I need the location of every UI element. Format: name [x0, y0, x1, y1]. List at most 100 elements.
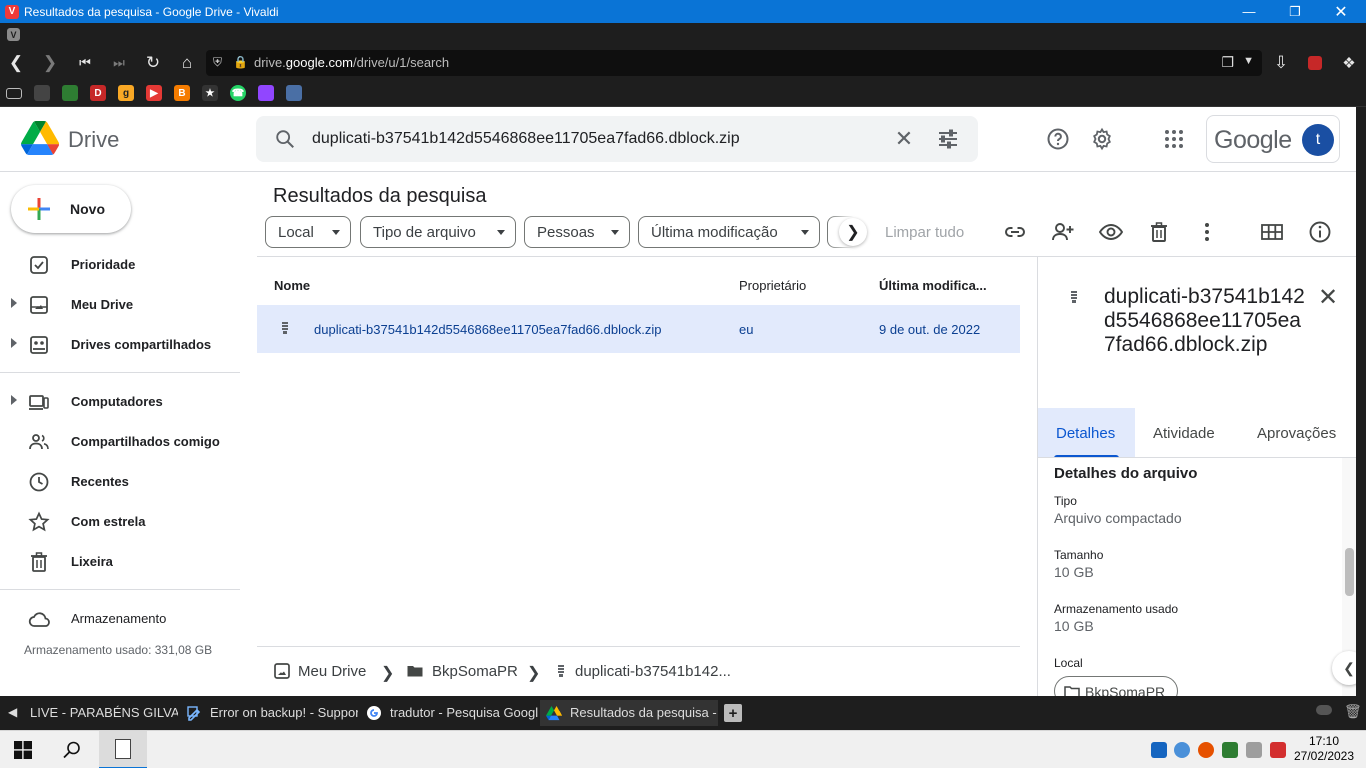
bookmark-alien-icon[interactable] [62, 85, 78, 101]
tray-anydesk-icon[interactable] [1270, 742, 1286, 758]
bookmark-app-icon[interactable] [34, 85, 50, 101]
filter-chip-file-type[interactable]: Tipo de arquivo [360, 216, 516, 248]
more-vert-icon[interactable] [1194, 219, 1220, 245]
sidebar-item-recentes[interactable]: Recentes [0, 465, 240, 497]
column-header-name[interactable]: Nome [274, 278, 310, 293]
windows-start-icon[interactable] [14, 741, 32, 759]
rewind-icon[interactable]: ⏮ [74, 52, 96, 74]
taskbar-search-icon[interactable] [62, 740, 82, 760]
expand-arrow-icon[interactable] [11, 338, 17, 348]
search-input[interactable] [312, 128, 872, 150]
google-wordmark: Google [1214, 126, 1292, 154]
tab-resultados-da-pesquisa[interactable]: Resultados da pesquisa - G [540, 700, 718, 726]
drive-logo-icon[interactable] [21, 121, 59, 155]
location-folder-chip[interactable]: BkpSomaPR [1054, 676, 1178, 696]
avatar[interactable]: t [1302, 124, 1334, 156]
restore-icon[interactable]: ❐ [1272, 0, 1318, 23]
lock-icon[interactable]: 🔒 [233, 55, 248, 69]
new-tab-button[interactable]: + [724, 704, 742, 722]
chevron-right-icon[interactable]: ❯ [839, 218, 867, 246]
tray-network-icon[interactable] [1174, 742, 1190, 758]
fastforward-icon[interactable]: ⏭ [108, 52, 130, 74]
close-window-icon[interactable]: ✕ [1318, 0, 1364, 23]
ublock-extension-icon[interactable] [1308, 56, 1322, 70]
help-icon[interactable] [1046, 127, 1070, 151]
bookmark-d-icon[interactable]: D [90, 85, 106, 101]
filter-chip-people[interactable]: Pessoas [524, 216, 630, 248]
tab-error-on-backup[interactable]: Error on backup! - Support [180, 700, 358, 726]
preview-eye-icon[interactable] [1098, 219, 1124, 245]
folder-icon[interactable] [6, 88, 22, 99]
sidebar-item-lixeira[interactable]: Lixeira [0, 545, 240, 577]
delete-trash-icon[interactable] [1146, 219, 1172, 245]
tray-audio-icon[interactable] [1198, 742, 1214, 758]
address-bar[interactable]: ⛨ 🔒 drive.google.com/drive/u/1/search ❒ … [206, 50, 1262, 76]
sidebar-item-meu-drive[interactable]: Meu Drive [0, 288, 240, 320]
forward-icon[interactable]: ❯ [39, 52, 61, 74]
home-icon[interactable]: ⌂ [176, 52, 198, 74]
info-icon[interactable] [1307, 219, 1333, 245]
drive-app-name[interactable]: Drive [68, 127, 119, 153]
tab-detalhes[interactable]: Detalhes [1038, 408, 1135, 458]
settings-gear-icon[interactable] [1090, 127, 1114, 151]
sidebar-item-prioridade[interactable]: Prioridade [0, 248, 240, 280]
sidebar-item-com-estrela[interactable]: Com estrela [0, 505, 240, 537]
grid-view-icon[interactable] [1259, 219, 1285, 245]
tray-pen-icon[interactable] [1246, 742, 1262, 758]
bookmark-star-icon[interactable]: ★ [202, 85, 218, 101]
bookmark-icon[interactable]: ❒ [1221, 54, 1234, 71]
sidebar-item-drives-compartilhados[interactable]: Drives compartilhados [0, 328, 240, 360]
file-name[interactable]: duplicati-b37541b142d5546868ee11705ea7fa… [314, 322, 661, 337]
breadcrumb-item[interactable]: Meu Drive [298, 663, 366, 680]
breadcrumb-item[interactable]: BkpSomaPR [432, 663, 518, 680]
taskbar-clock[interactable]: 17:10 27/02/2023 [1290, 734, 1358, 764]
copy-link-icon[interactable] [1002, 219, 1028, 245]
reload-icon[interactable]: ↻ [142, 52, 164, 74]
clear-all-button[interactable]: Limpar tudo [885, 224, 964, 241]
table-row[interactable]: duplicati-b37541b142d5546868ee11705ea7fa… [257, 305, 1020, 353]
filter-chip-last-modified[interactable]: Última modificação [638, 216, 820, 248]
chevron-down-icon[interactable]: ▼ [1243, 55, 1254, 67]
bookmark-g-icon[interactable]: g [118, 85, 134, 101]
sidebar-item-armazenamento[interactable]: Armazenamento [0, 602, 240, 634]
expand-arrow-icon[interactable] [11, 395, 17, 405]
bookmark-window-icon[interactable] [286, 85, 302, 101]
breadcrumb-item[interactable]: duplicati-b37541b142... [575, 663, 731, 680]
new-button[interactable]: Novo [11, 185, 131, 233]
chevron-down-icon [611, 230, 619, 235]
tab-live-parabens[interactable]: ◀ LIVE - PARABÉNS GILVAN S [0, 700, 178, 726]
column-header-owner[interactable]: Proprietário [739, 278, 806, 293]
trash-closed-tabs-icon[interactable]: 🗑 [1344, 703, 1362, 720]
tab-aprovacoes[interactable]: Aprovações [1239, 408, 1356, 458]
tab-atividade[interactable]: Atividade [1135, 408, 1235, 458]
cloud-sync-icon[interactable] [1316, 705, 1332, 715]
share-add-person-icon[interactable] [1050, 219, 1076, 245]
whatsapp-icon[interactable]: ☎ [230, 85, 246, 101]
url-text[interactable]: drive.google.com/drive/u/1/search [254, 55, 449, 70]
tab-tradutor[interactable]: tradutor - Pesquisa Google [360, 700, 538, 726]
column-header-modified[interactable]: Última modifica... [879, 278, 987, 293]
apps-grid-icon[interactable] [1162, 127, 1186, 151]
clear-search-icon[interactable]: ✕ [892, 126, 916, 151]
search-icon[interactable] [274, 128, 296, 150]
shield-icon[interactable]: ⛨ [213, 55, 222, 70]
close-details-icon[interactable]: ✕ [1316, 284, 1340, 311]
extensions-puzzle-icon[interactable]: ❖ [1338, 52, 1360, 74]
sidebar-item-compartilhados-comigo[interactable]: Compartilhados comigo [0, 425, 240, 457]
back-icon[interactable]: ❮ [5, 52, 27, 74]
twitch-icon[interactable] [258, 85, 274, 101]
minimize-icon[interactable]: — [1226, 0, 1272, 23]
youtube-icon[interactable]: ▶ [146, 85, 162, 101]
blogger-icon[interactable]: B [174, 85, 190, 101]
download-icon[interactable]: ⇩ [1270, 52, 1292, 74]
sidebar-item-computadores[interactable]: Computadores [0, 385, 240, 417]
tray-app-icon[interactable] [1151, 742, 1167, 758]
tray-grid-icon[interactable] [1222, 742, 1238, 758]
filter-chip-local[interactable]: Local [265, 216, 351, 248]
taskbar-app-document[interactable] [99, 731, 147, 768]
search-options-icon[interactable] [936, 127, 960, 151]
vivaldi-menu-icon[interactable]: V [7, 28, 20, 41]
scrollbar-thumb[interactable] [1345, 548, 1354, 596]
expand-arrow-icon[interactable] [11, 298, 17, 308]
google-account-button[interactable]: Google t [1206, 115, 1340, 163]
